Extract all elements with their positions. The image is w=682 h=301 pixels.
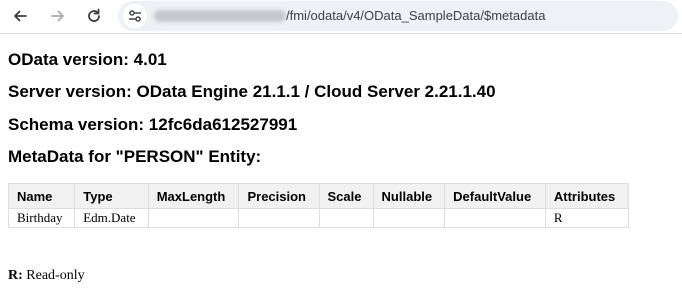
odata-version-heading: OData version: 4.01 xyxy=(8,50,167,69)
server-version-heading: Server version: OData Engine 21.1.1 / Cl… xyxy=(8,82,496,101)
legend-text: Read-only xyxy=(26,268,85,283)
url-host-redacted xyxy=(154,10,286,22)
cell-name: Birthday xyxy=(7,208,76,228)
cell-precision xyxy=(238,208,320,228)
column-header-type: Type xyxy=(74,183,149,209)
arrow-left-icon xyxy=(14,10,27,22)
cell-type: Edm.Date xyxy=(74,208,149,228)
column-header-attributes: Attributes xyxy=(544,183,630,209)
cell-attributes: R xyxy=(544,208,630,228)
cell-nullable xyxy=(372,208,446,228)
reload-icon xyxy=(88,8,100,22)
column-header-scale: Scale xyxy=(318,183,374,209)
metadata-entity-heading: MetaData for "PERSON" Entity: xyxy=(8,147,262,166)
column-header-nullable: Nullable xyxy=(372,183,446,209)
legend-key: R: xyxy=(8,268,23,283)
table-row: Birthday Edm.Date R xyxy=(7,208,630,228)
column-header-precision: Precision xyxy=(238,183,320,209)
tune-icon xyxy=(129,10,141,22)
column-header-maxlength: MaxLength xyxy=(147,183,240,209)
address-bar[interactable]: /fmi/odata/v4/OData_SampleData/$metadata xyxy=(118,1,678,31)
column-header-name: Name xyxy=(7,183,76,209)
browser-toolbar: /fmi/odata/v4/OData_SampleData/$metadata xyxy=(0,0,682,34)
metadata-table: Name Type MaxLength Precision Scale Null… xyxy=(7,183,630,228)
table-header-row: Name Type MaxLength Precision Scale Null… xyxy=(7,183,630,209)
cell-maxlength xyxy=(147,208,240,228)
url-text: /fmi/odata/v4/OData_SampleData/$metadata xyxy=(286,8,546,23)
cell-scale xyxy=(318,208,374,228)
forward-button[interactable] xyxy=(46,5,70,27)
attributes-legend: R: Read-only xyxy=(8,268,85,284)
reload-button[interactable] xyxy=(82,5,106,27)
cell-defaultvalue xyxy=(444,208,546,228)
column-header-defaultvalue: DefaultValue xyxy=(444,183,546,209)
arrow-right-icon xyxy=(51,10,64,22)
schema-version-heading: Schema version: 12fc6da612527991 xyxy=(8,115,298,134)
back-button[interactable] xyxy=(8,5,32,27)
site-info-button[interactable] xyxy=(123,4,147,28)
